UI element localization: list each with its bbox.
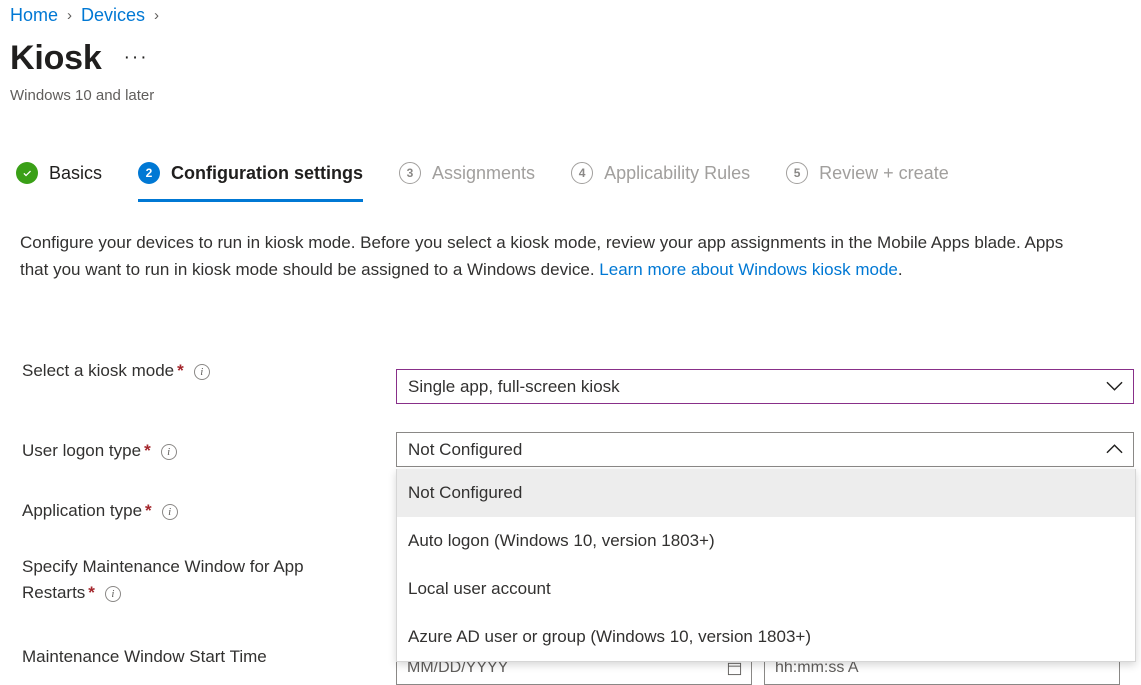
user-logon-type-dropdown-list: Not Configured Auto logon (Windows 10, v… — [396, 469, 1136, 662]
page-title-row: Kiosk ··· — [10, 38, 149, 78]
info-icon[interactable]: i — [162, 504, 178, 520]
page-description: Configure your devices to run in kiosk m… — [20, 229, 1082, 283]
chevron-down-icon — [1095, 381, 1133, 392]
kiosk-mode-dropdown[interactable]: Single app, full-screen kiosk — [396, 369, 1134, 404]
wizard-step-label-review-create: Review + create — [819, 163, 949, 184]
required-asterisk: * — [145, 501, 152, 520]
step-number-badge-2: 2 — [138, 162, 160, 184]
dropdown-option-auto-logon[interactable]: Auto logon (Windows 10, version 1803+) — [397, 517, 1135, 565]
page-title: Kiosk — [10, 38, 102, 78]
label-maintenance-start-time: Maintenance Window Start Time — [22, 644, 422, 670]
calendar-icon[interactable] — [727, 661, 742, 676]
label-application-type: Application type* i — [22, 498, 372, 524]
breadcrumb-separator-icon: › — [67, 7, 72, 24]
label-application-type-text: Application type — [22, 501, 142, 520]
breadcrumb: Home › Devices › — [10, 2, 168, 28]
wizard-step-label-configuration-settings: Configuration settings — [171, 163, 363, 184]
breadcrumb-item-home[interactable]: Home — [10, 5, 58, 26]
label-maintenance-window-text: Specify Maintenance Window for App Resta… — [22, 557, 304, 602]
page-subtitle: Windows 10 and later — [10, 87, 154, 104]
check-icon — [16, 162, 38, 184]
step-number-badge-4: 4 — [571, 162, 593, 184]
required-asterisk: * — [88, 583, 95, 602]
kiosk-mode-dropdown-value: Single app, full-screen kiosk — [397, 377, 1095, 397]
info-icon[interactable]: i — [161, 444, 177, 460]
label-user-logon-type-text: User logon type — [22, 441, 141, 460]
more-options-icon[interactable]: ··· — [124, 51, 149, 65]
label-maintenance-window: Specify Maintenance Window for App Resta… — [22, 554, 372, 606]
wizard-steps: Basics 2 Configuration settings 3 Assign… — [16, 155, 985, 203]
breadcrumb-separator-icon-2: › — [154, 7, 159, 24]
dropdown-option-not-configured[interactable]: Not Configured — [397, 469, 1135, 517]
info-icon[interactable]: i — [105, 586, 121, 602]
wizard-step-applicability-rules[interactable]: 4 Applicability Rules — [571, 155, 750, 191]
wizard-step-assignments[interactable]: 3 Assignments — [399, 155, 535, 191]
dropdown-option-azure-ad-user-or-group[interactable]: Azure AD user or group (Windows 10, vers… — [397, 613, 1135, 661]
label-user-logon-type: User logon type* i — [22, 438, 372, 464]
dropdown-option-local-user-account[interactable]: Local user account — [397, 565, 1135, 613]
info-icon[interactable]: i — [194, 364, 210, 380]
learn-more-link[interactable]: Learn more about Windows kiosk mode — [599, 260, 898, 279]
label-kiosk-mode: Select a kiosk mode* i — [22, 358, 372, 384]
page-description-text: Configure your devices to run in kiosk m… — [20, 233, 1063, 279]
step-number-badge-3: 3 — [399, 162, 421, 184]
wizard-step-label-applicability-rules: Applicability Rules — [604, 163, 750, 184]
wizard-step-label-basics: Basics — [49, 163, 102, 184]
page-description-text-end: . — [898, 260, 903, 279]
label-kiosk-mode-text: Select a kiosk mode — [22, 361, 174, 380]
step-number-badge-5: 5 — [786, 162, 808, 184]
wizard-step-configuration-settings[interactable]: 2 Configuration settings — [138, 155, 363, 191]
required-asterisk: * — [177, 361, 184, 380]
chevron-up-icon — [1095, 444, 1133, 455]
required-asterisk: * — [144, 441, 151, 460]
breadcrumb-item-devices[interactable]: Devices — [81, 5, 145, 26]
wizard-step-label-assignments: Assignments — [432, 163, 535, 184]
user-logon-type-dropdown[interactable]: Not Configured — [396, 432, 1134, 467]
wizard-step-basics[interactable]: Basics — [16, 155, 102, 191]
wizard-step-review-create[interactable]: 5 Review + create — [786, 155, 949, 191]
user-logon-type-dropdown-value: Not Configured — [397, 440, 1095, 460]
